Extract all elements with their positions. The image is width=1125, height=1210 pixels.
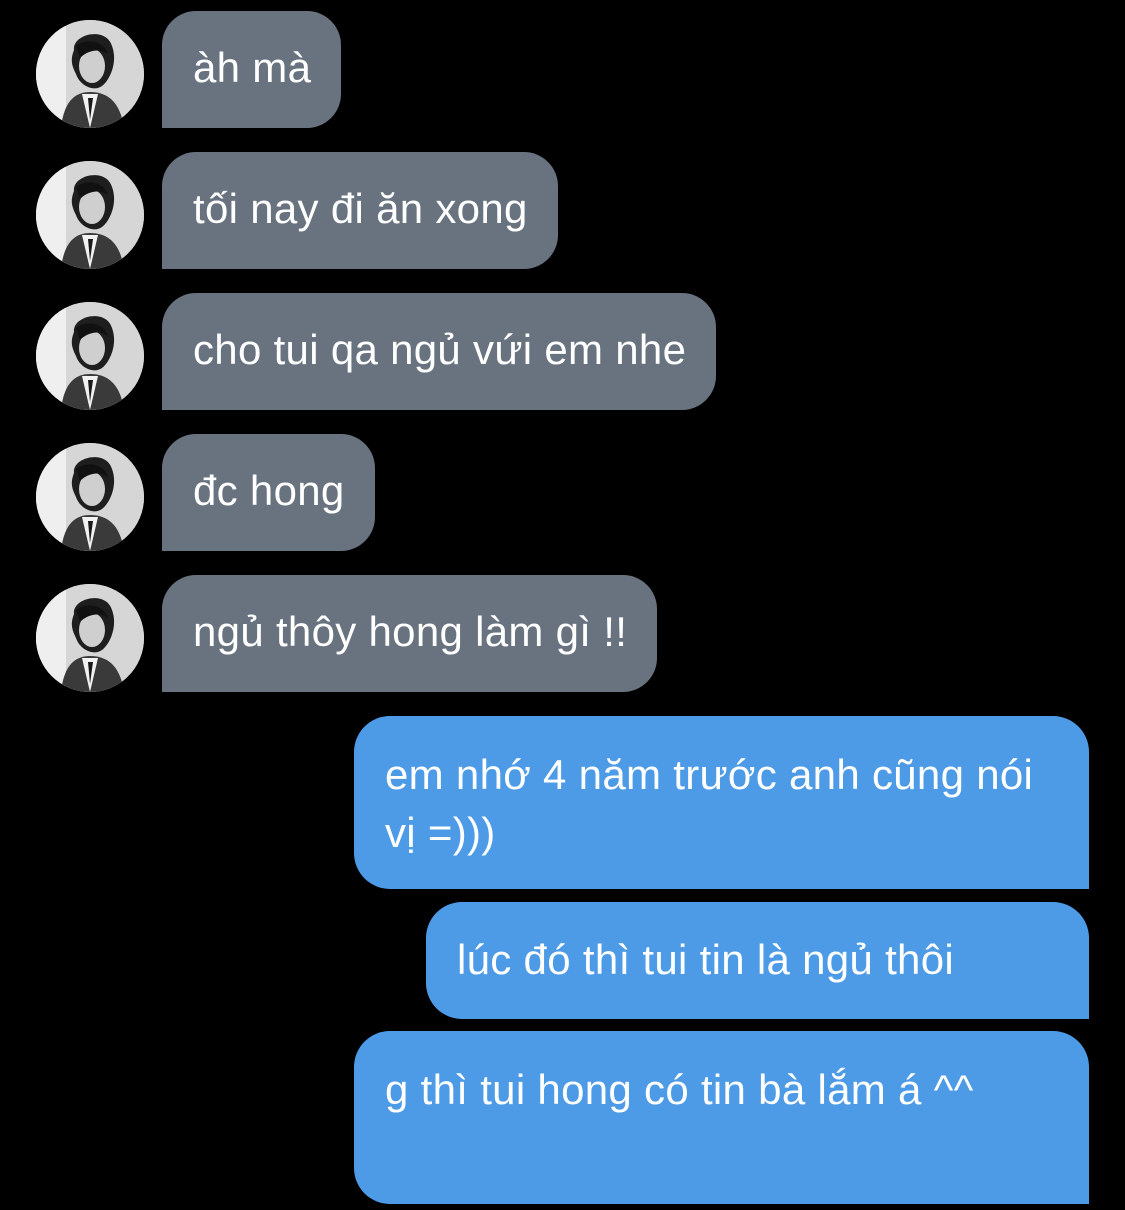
sender-avatar[interactable]	[36, 584, 144, 692]
profile-photo-icon	[36, 20, 144, 128]
profile-photo-icon	[36, 302, 144, 410]
profile-photo-icon	[36, 443, 144, 551]
sender-avatar[interactable]	[36, 443, 144, 551]
sender-avatar[interactable]	[36, 302, 144, 410]
profile-photo-icon	[36, 161, 144, 269]
outgoing-message-bubble[interactable]: lúc đó thì tui tin là ngủ thôi	[426, 902, 1089, 1019]
profile-photo-icon	[36, 584, 144, 692]
outgoing-message-bubble[interactable]: em nhớ 4 năm trước anh cũng nói vị =)))	[354, 716, 1089, 889]
outgoing-message-bubble[interactable]: g thì tui hong có tin bà lắm á ^^	[354, 1031, 1089, 1204]
incoming-message-bubble[interactable]: cho tui qa ngủ vứi em nhe	[162, 293, 717, 410]
incoming-message-bubble[interactable]: đc hong	[162, 434, 375, 551]
sender-avatar[interactable]	[36, 161, 144, 269]
incoming-message-bubble[interactable]: tối nay đi ăn xong	[162, 152, 558, 269]
sender-avatar[interactable]	[36, 20, 144, 128]
incoming-message-bubble[interactable]: àh mà	[162, 11, 342, 128]
incoming-message-bubble[interactable]: ngủ thôy hong làm gì !!	[162, 575, 658, 692]
